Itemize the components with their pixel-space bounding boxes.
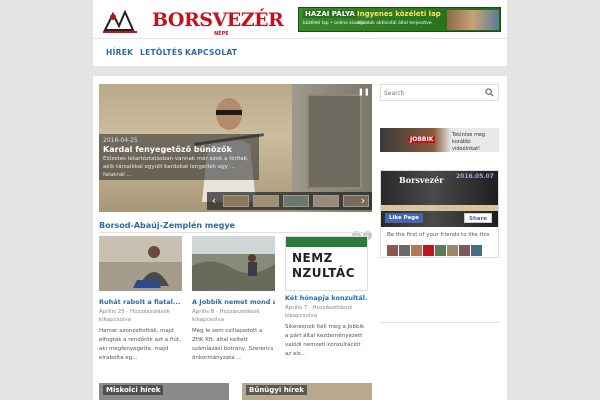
jobbik-text: Tekintse meg korábbi videóinkat! (452, 132, 486, 152)
slider-prev-icon[interactable]: ‹ (209, 194, 219, 208)
friends-like-text: Be the first of your friends to like thi… (387, 232, 490, 238)
article-meta: Április 8 · Hozzászólások kikapcsolva (192, 309, 260, 323)
slide-thumbnails (207, 192, 372, 210)
category-box-crime[interactable]: Bűnügyi hírek (242, 383, 372, 400)
nav-item-hirek[interactable]: HÍREK (106, 48, 133, 57)
pause-icon[interactable]: ❚❚ (358, 88, 370, 96)
jobbik-video-banner[interactable]: JOBBIK Tekintse meg korábbi videóinkat! (380, 128, 499, 152)
slide-excerpt: Előzetes letartóztatásban vannak már azo… (103, 156, 249, 178)
like-page-button[interactable]: Like Page (385, 213, 423, 223)
category-label: Bűnügyi hírek (246, 385, 307, 395)
avatar[interactable] (411, 245, 422, 256)
slide-background-door (307, 94, 362, 189)
logo-subtext: NÉPE (214, 31, 229, 37)
banner-headline-right: Ingyenes közéleti lap (357, 10, 441, 18)
page: BORSVEZÉR NÉPE HAZAI PÁLYA Ingyenes közé… (93, 0, 507, 400)
main-nav: HÍREK LETÖLTÉS KAPCSOLAT (93, 38, 507, 66)
sidebar-divider (380, 322, 499, 323)
header-divider (93, 66, 507, 76)
article-title[interactable]: Ruhát rabolt a fiatal... (99, 298, 182, 306)
slide-thumbnail[interactable] (253, 195, 279, 207)
article-card: A Jobbik nemet mond az... Április 8 · Ho… (192, 236, 275, 363)
avatar[interactable] (471, 245, 482, 256)
search-input[interactable] (384, 88, 482, 98)
logo-text: BORSVEZÉR (152, 9, 284, 31)
article-image-text: NEMZ NZULTÁC (292, 251, 355, 280)
avatar[interactable] (447, 245, 458, 256)
article-card: Ruhát rabolt a fiatal... Április 25 · Ho… (99, 236, 182, 363)
featured-slider[interactable]: ❚❚ 2016-04-25 Kardal fenyegetőző bűnözők… (99, 84, 372, 212)
nav-item-letoltes[interactable]: LETÖLTÉS (140, 48, 183, 57)
slide-title[interactable]: Kardal fenyegetőző bűnözők (103, 145, 255, 154)
facebook-faces (387, 241, 493, 256)
section-divider (99, 232, 372, 233)
slide-thumbnail[interactable] (313, 195, 339, 207)
nav-item-kapcsolat[interactable]: KAPCSOLAT (185, 48, 237, 57)
facebook-cover-date: 2016.05.07 (456, 173, 494, 180)
article-meta: Április 7 · Hozzászólások kikapcsolva (285, 305, 353, 319)
article-title[interactable]: A Jobbik nemet mond az... (192, 298, 275, 306)
facebook-page-name[interactable]: Borsvezér (399, 175, 443, 185)
facebook-cover-strip (381, 205, 498, 211)
slider-next-icon[interactable]: › (358, 194, 368, 208)
banner-sub-right: a Jobbik aktivistái által terjesztve (357, 21, 432, 26)
article-image[interactable]: NEMZ NZULTÁC (285, 236, 368, 291)
avatar[interactable] (435, 245, 446, 256)
avatar[interactable] (459, 245, 470, 256)
slide-date: 2016-04-25 (103, 137, 138, 144)
header-banner-ad[interactable]: HAZAI PÁLYA Ingyenes közéleti lap közéle… (298, 7, 501, 32)
category-box-miskolc[interactable]: Miskolci hírek (99, 383, 229, 400)
facebook-widget: Borsvezér 2016.05.07 Like Page Share Be … (380, 170, 499, 258)
search-box (380, 84, 499, 101)
slide-thumbnail[interactable] (283, 195, 309, 207)
slide-thumbnail[interactable] (223, 195, 249, 207)
article-title[interactable]: Két hónapja konzultál... (285, 294, 368, 302)
avatar[interactable] (423, 245, 434, 256)
logo-mark-icon (103, 9, 137, 33)
article-image[interactable] (192, 236, 275, 291)
slide-caption[interactable]: 2016-04-25 Kardal fenyegetőző bűnözők El… (99, 134, 259, 180)
article-excerpt: Hamar azonosították, majd elfogták a ren… (99, 328, 181, 361)
banner-headline-left: HAZAI PÁLYA (303, 10, 357, 18)
article-image[interactable] (99, 236, 182, 291)
share-button[interactable]: Share (464, 213, 493, 223)
banner-sub-left: közéleti lap • online kiadás (303, 21, 364, 26)
avatar[interactable] (399, 245, 410, 256)
category-label: Miskolci hírek (103, 385, 164, 395)
avatar[interactable] (387, 245, 398, 256)
jobbik-label: JOBBIK (408, 136, 436, 143)
article-meta: Április 25 · Hozzászólások kikapcsolva (99, 309, 171, 323)
section-title[interactable]: Borsod-Abaúj-Zemplén megye (99, 221, 235, 230)
search-icon[interactable] (485, 88, 494, 97)
site-header: BORSVEZÉR NÉPE HAZAI PÁLYA Ingyenes közé… (93, 0, 507, 38)
article-card: NEMZ NZULTÁC Két hónapja konzultál... Áp… (285, 236, 368, 359)
site-logo[interactable]: BORSVEZÉR NÉPE (99, 6, 284, 37)
banner-image (447, 10, 499, 30)
article-excerpt: Sikeresnek ítéli meg a Jobbik a párt ált… (285, 324, 365, 357)
article-excerpt: Még le sem csillapodott a ZHK Kft. által… (192, 328, 274, 361)
